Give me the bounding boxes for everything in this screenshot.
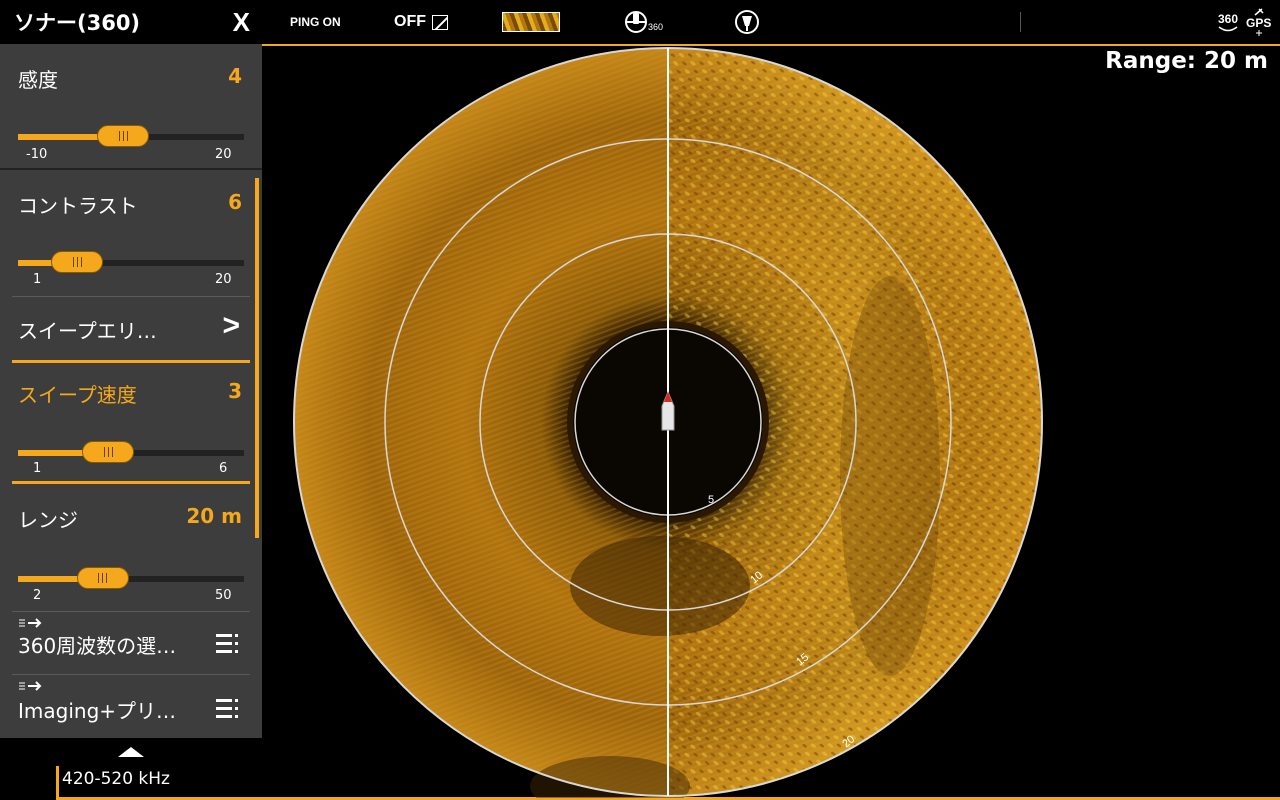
sweep-area-setting[interactable]: スイープエリ… > [0, 297, 256, 359]
contrast-max: 20 [215, 272, 232, 287]
list-arrow-icon [19, 618, 42, 628]
sensitivity-slider-knob[interactable] [97, 125, 150, 147]
list-icon [216, 699, 238, 719]
contrast-slider[interactable] [18, 251, 244, 273]
range-value: 20 m [186, 504, 242, 528]
contrast-slider-knob[interactable] [51, 251, 104, 273]
topbar-divider [1020, 12, 1021, 32]
gps-label: GPS [1246, 16, 1272, 30]
ping-on-button[interactable]: PING ON [290, 0, 341, 44]
ring-label-5: 5 [708, 494, 714, 506]
sonar-360-image[interactable]: 5 10 15 20 [290, 46, 1050, 798]
panel-scrollbar[interactable] [255, 178, 259, 538]
sensitivity-value: 4 [228, 64, 242, 88]
sensitivity-label: 感度 [18, 68, 58, 92]
gps-crosshair-icon [1255, 30, 1262, 36]
sensitivity-slider[interactable] [18, 125, 244, 147]
sweep-speed-slider[interactable] [18, 441, 244, 463]
panel-header: ソナー(360) X [0, 0, 262, 44]
chevron-up-icon[interactable] [118, 747, 144, 757]
contrast-label: コントラスト [18, 194, 138, 218]
imaging-preset-setting[interactable]: Imaging+プリ… [0, 675, 256, 737]
satellite-icon [1254, 8, 1264, 16]
range-slider[interactable] [18, 567, 244, 589]
range-max: 50 [215, 588, 232, 603]
gps-indicator: GPS [1246, 8, 1271, 36]
panel-title: ソナー(360) [14, 11, 141, 35]
off-toggle-button[interactable]: OFF [394, 0, 448, 44]
frequency-select-label: 360周波数の選… [18, 634, 177, 658]
sweep-speed-label: スイープ速度 [18, 383, 137, 407]
sweep-speed-setting[interactable]: スイープ速度 3 1 6 [0, 363, 256, 481]
sonar-360-status-label: 360 [1218, 12, 1239, 26]
sensitivity-min: -10 [26, 147, 48, 162]
frequency-readout: 420-520 kHz [62, 769, 170, 789]
contrast-setting[interactable]: コントラスト 6 1 20 [0, 170, 256, 296]
contrast-min: 1 [33, 272, 42, 287]
close-icon[interactable]: X [233, 7, 250, 38]
transducer-360-label: 360 [648, 22, 664, 32]
sonar-360-status: 360 [1218, 12, 1238, 32]
gps-status[interactable]: 360 GPS [1218, 0, 1271, 44]
top-status-bar: PING ON OFF 360 360 GPS [262, 0, 1280, 44]
sweep-area-label: スイープエリ… [18, 319, 157, 343]
sonar-settings-panel: ソナー(360) X 感度 4 -10 20 コントラスト 6 1 20 スイー… [0, 0, 262, 766]
screen-off-icon [432, 14, 448, 30]
sensitivity-max: 20 [215, 147, 232, 162]
list-arrow-icon [19, 681, 42, 691]
range-label: レンジ [18, 508, 78, 532]
boat-heading-icon [735, 10, 759, 34]
sonar-palette-thumbnail[interactable] [502, 12, 560, 32]
boat-heading-button[interactable] [732, 0, 762, 44]
sweep-speed-min: 1 [33, 461, 42, 476]
sensitivity-setting[interactable]: 感度 4 -10 20 [0, 44, 256, 168]
sweep-speed-slider-knob[interactable] [82, 441, 135, 463]
ping-label: PING ON [290, 15, 341, 29]
transducer-360-button[interactable]: 360 [622, 0, 664, 44]
frequency-select-setting[interactable]: 360周波数の選… [0, 612, 256, 674]
sweep-speed-max: 6 [219, 461, 228, 476]
range-readout: Range: 20 m [1105, 48, 1268, 74]
imaging-preset-label: Imaging+プリ… [18, 699, 177, 723]
contrast-value: 6 [228, 190, 242, 214]
chevron-right-icon: > [222, 309, 240, 342]
range-min: 2 [33, 588, 42, 603]
range-setting[interactable]: レンジ 20 m 2 50 [0, 484, 256, 610]
list-icon [216, 634, 238, 654]
range-slider-knob[interactable] [76, 567, 129, 589]
sweep-speed-value: 3 [228, 379, 242, 403]
sweep-arc-icon [1218, 26, 1238, 32]
off-label: OFF [394, 13, 426, 30]
